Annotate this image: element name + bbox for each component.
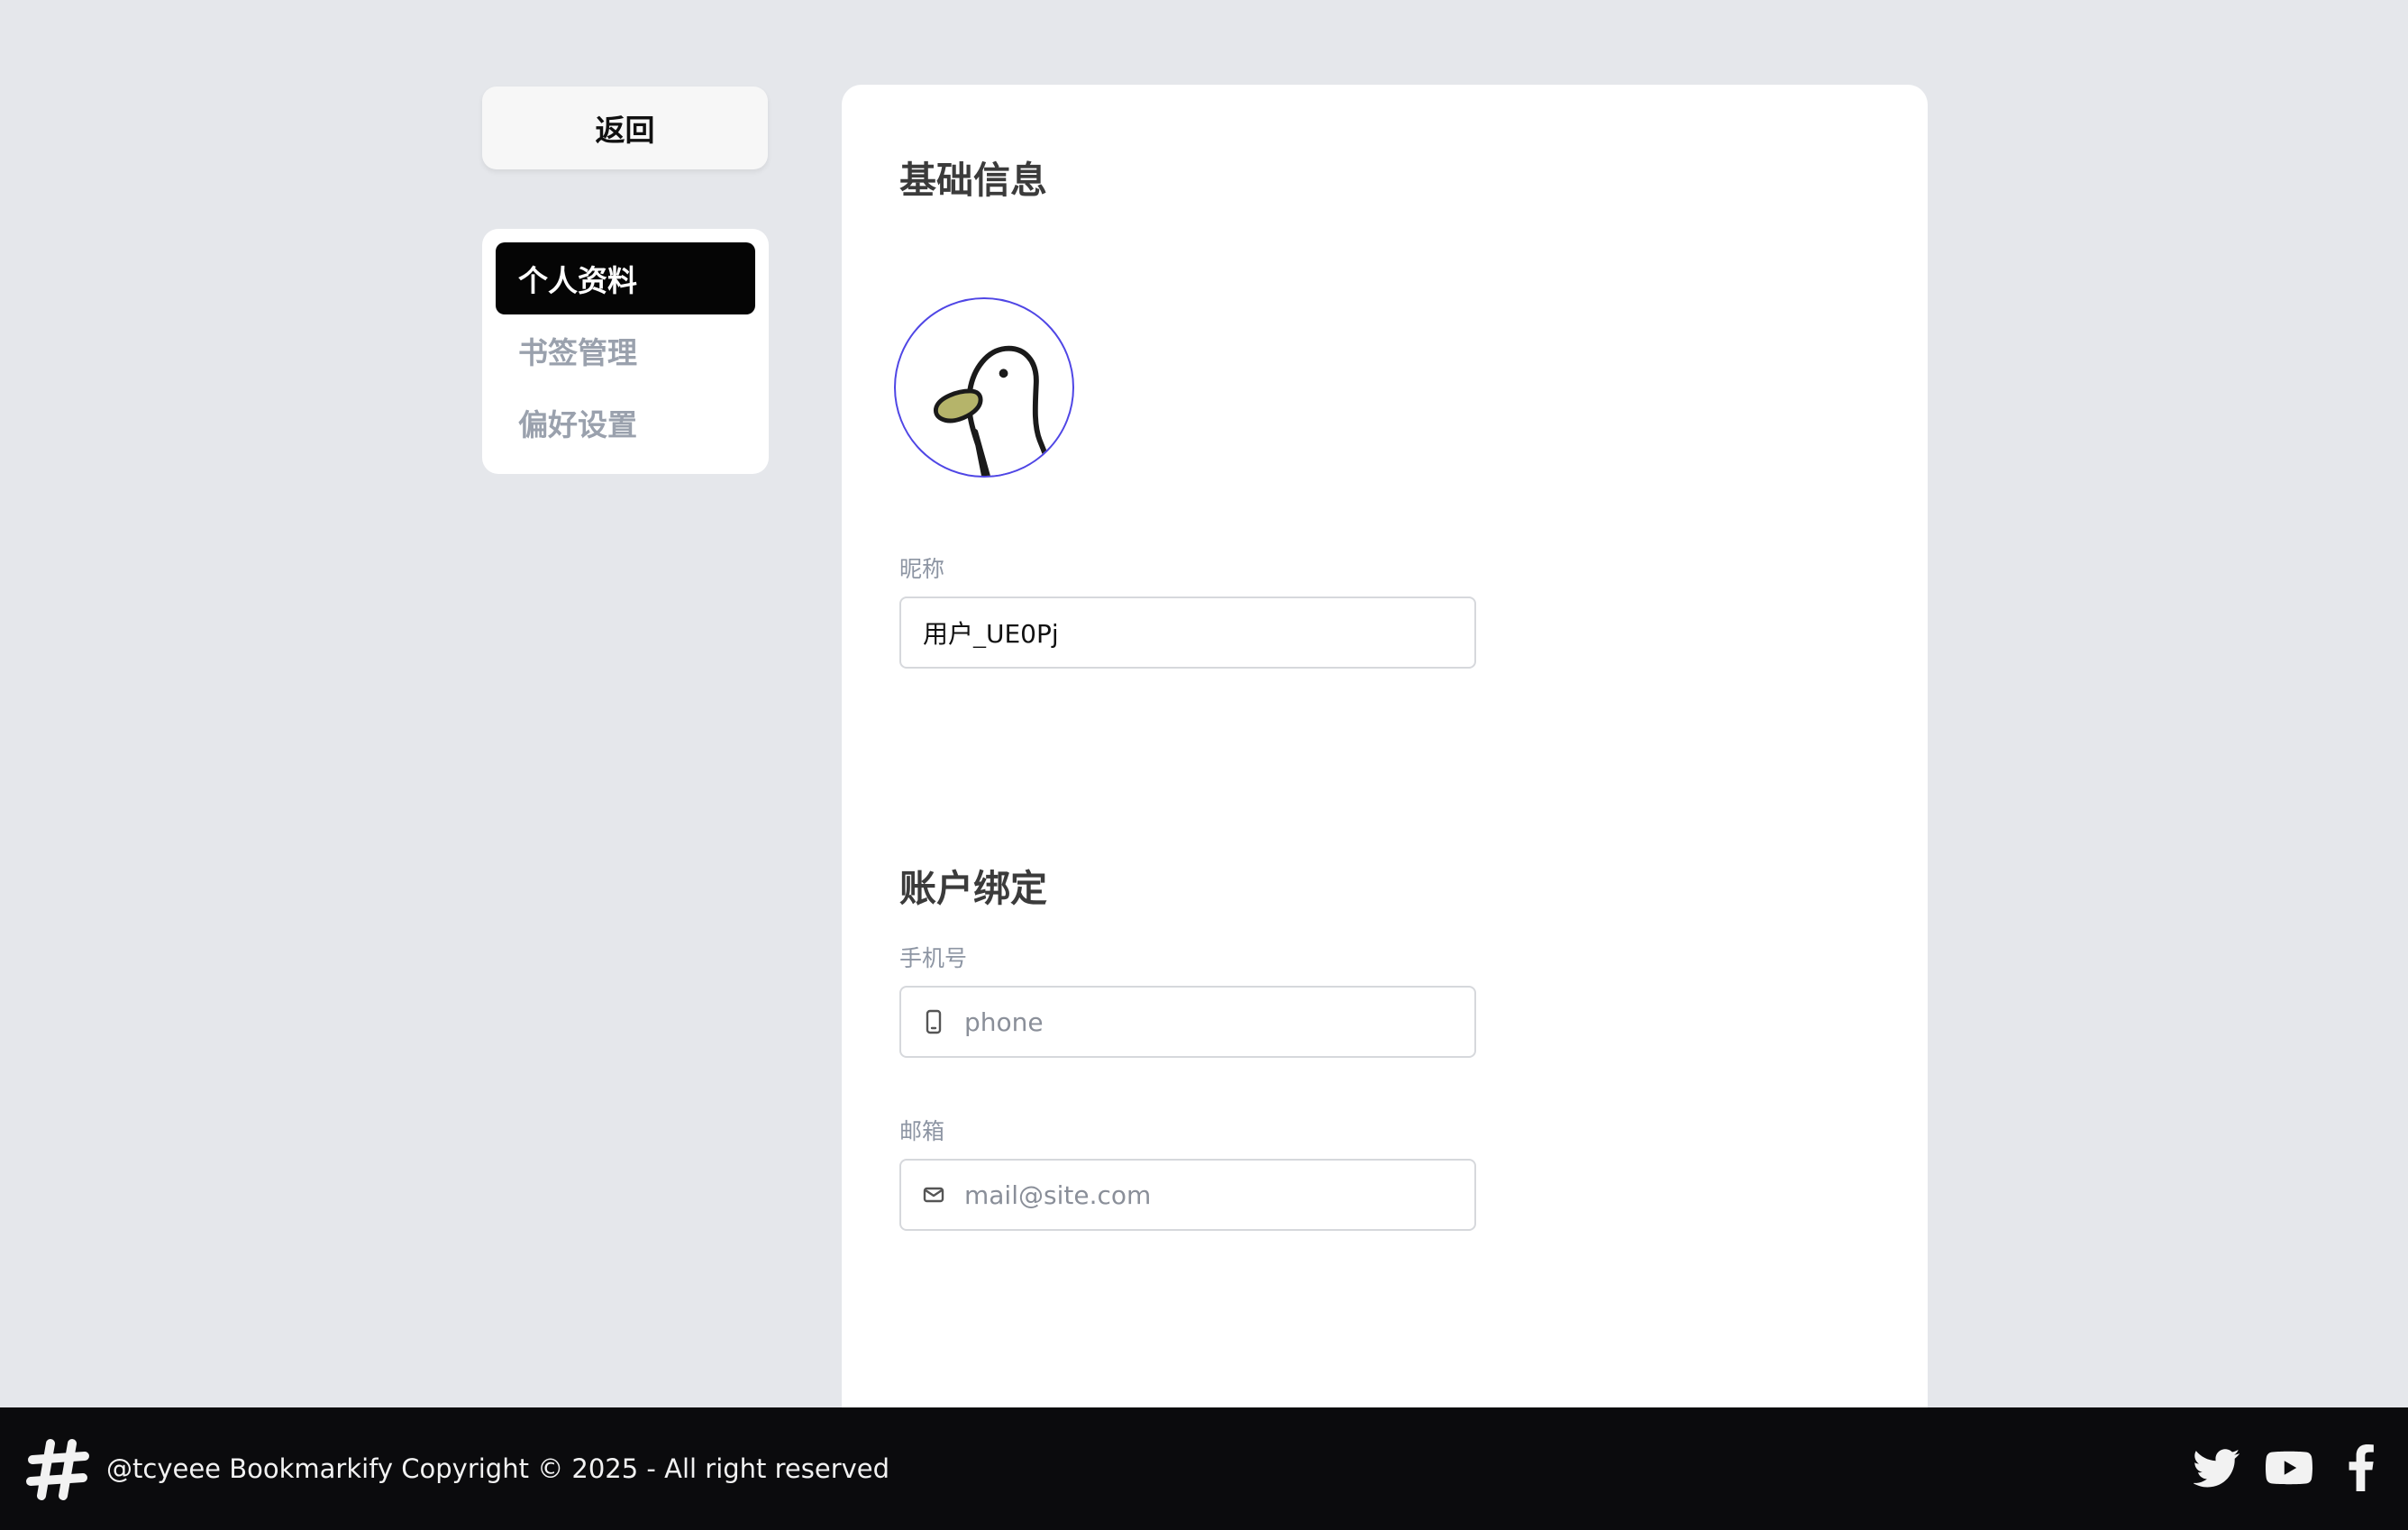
mail-icon: [923, 1182, 944, 1207]
basic-info-title: 基础信息: [899, 159, 1047, 202]
back-button[interactable]: 返回: [482, 87, 768, 169]
email-field[interactable]: [899, 1159, 1476, 1231]
email-label: 邮箱: [899, 1118, 945, 1144]
duck-avatar-icon: [933, 345, 1054, 476]
youtube-icon[interactable]: [2266, 1442, 2312, 1494]
copyright-text: @tcyeee Bookmarkify Copyright © 2025 - A…: [106, 1453, 890, 1484]
phone-field[interactable]: [899, 986, 1476, 1058]
account-binding-title: 账户绑定: [899, 867, 1047, 910]
email-input[interactable]: [964, 1179, 1453, 1210]
phone-input[interactable]: [964, 1006, 1453, 1037]
footer: @tcyeee Bookmarkify Copyright © 2025 - A…: [0, 1407, 2408, 1530]
sidebar-nav: 个人资料 书签管理 偏好设置: [482, 229, 769, 474]
hashtag-icon: [26, 1439, 89, 1500]
nickname-field[interactable]: [899, 597, 1476, 669]
phone-icon: [923, 1009, 944, 1034]
settings-page: 返回 个人资料 书签管理 偏好设置 基础信息 昵称 账户绑定 手机号: [0, 0, 2408, 1530]
sidebar-item-preferences[interactable]: 偏好设置: [496, 387, 755, 459]
main-panel: 基础信息 昵称 账户绑定 手机号: [842, 85, 1928, 1409]
sidebar-item-bookmarks[interactable]: 书签管理: [496, 314, 755, 387]
nickname-label: 昵称: [899, 556, 945, 582]
phone-label: 手机号: [899, 945, 968, 971]
facebook-icon[interactable]: [2338, 1442, 2385, 1494]
avatar[interactable]: [894, 297, 1074, 478]
sidebar-item-profile[interactable]: 个人资料: [496, 242, 755, 314]
nickname-input[interactable]: [923, 617, 1453, 648]
twitter-icon[interactable]: [2194, 1442, 2240, 1494]
